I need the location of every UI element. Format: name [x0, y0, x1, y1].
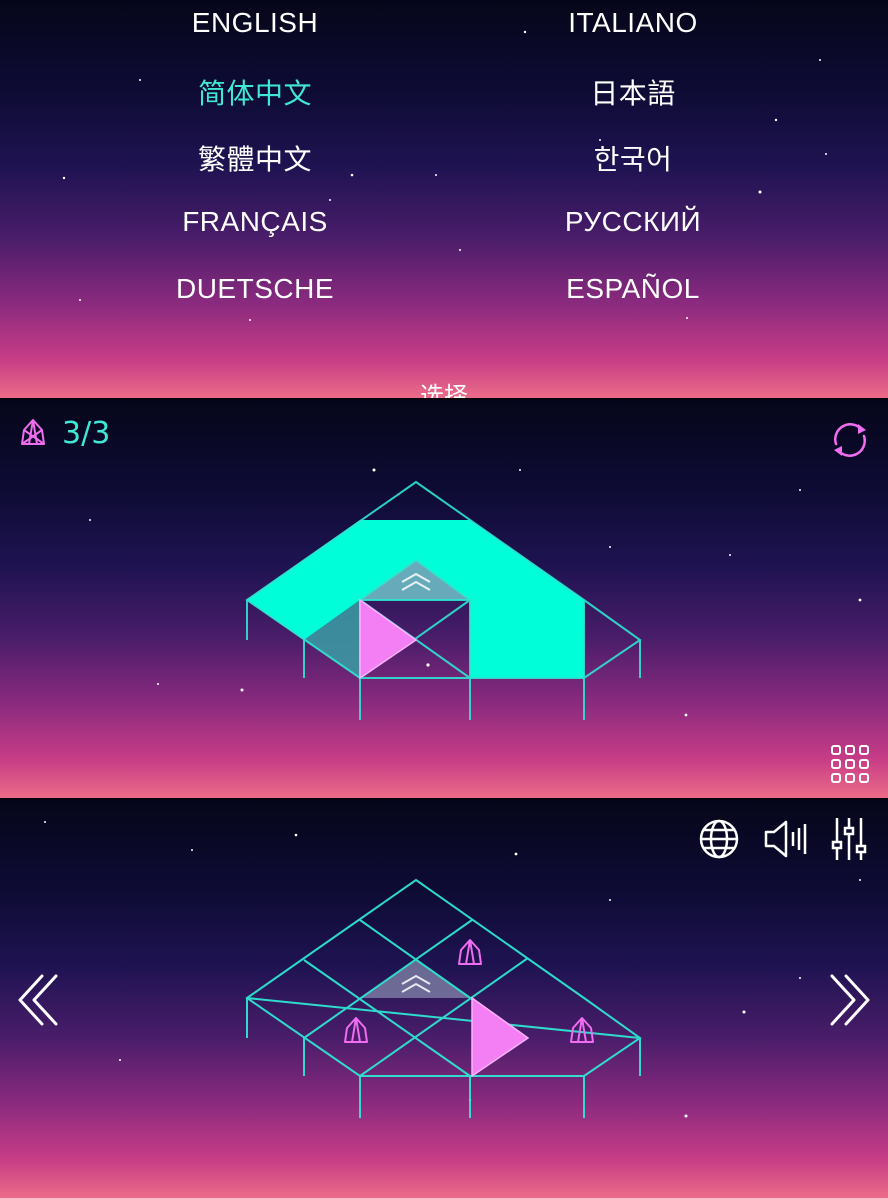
language-option-english[interactable]: ENGLISH	[105, 7, 405, 39]
player-triangle[interactable]	[359, 598, 418, 680]
level-panel: 3/3	[0, 400, 888, 798]
level-grid-icon[interactable]	[830, 744, 870, 784]
gem-icon	[458, 939, 482, 965]
level-board	[245, 480, 642, 720]
player-triangle[interactable]	[471, 996, 530, 1078]
home-panel	[0, 800, 888, 1198]
goal-tile	[360, 960, 470, 998]
language-option-simplified-chinese[interactable]: 简体中文	[105, 72, 405, 112]
language-option-spanish[interactable]: ESPAÑOL	[483, 273, 783, 305]
language-option-italiano[interactable]: ITALIANO	[483, 7, 783, 39]
select-button[interactable]: 选择	[0, 376, 888, 398]
gem-icon	[344, 1017, 368, 1043]
language-option-russian[interactable]: РУССКИЙ	[483, 206, 783, 238]
language-option-traditional-chinese[interactable]: 繁體中文	[105, 138, 405, 178]
starfield	[62, 30, 827, 321]
language-option-french[interactable]: FRANÇAIS	[105, 206, 405, 238]
level-preview-board	[245, 878, 642, 1118]
language-select-panel: ENGLISH ITALIANO 简体中文 日本語 繁體中文 한국어 FRANÇ…	[0, 0, 888, 398]
language-option-japanese[interactable]: 日本語	[483, 72, 783, 112]
language-option-german[interactable]: DUETSCHE	[105, 273, 405, 305]
language-option-korean[interactable]: 한국어	[483, 138, 783, 178]
gem-icon	[570, 1017, 594, 1043]
